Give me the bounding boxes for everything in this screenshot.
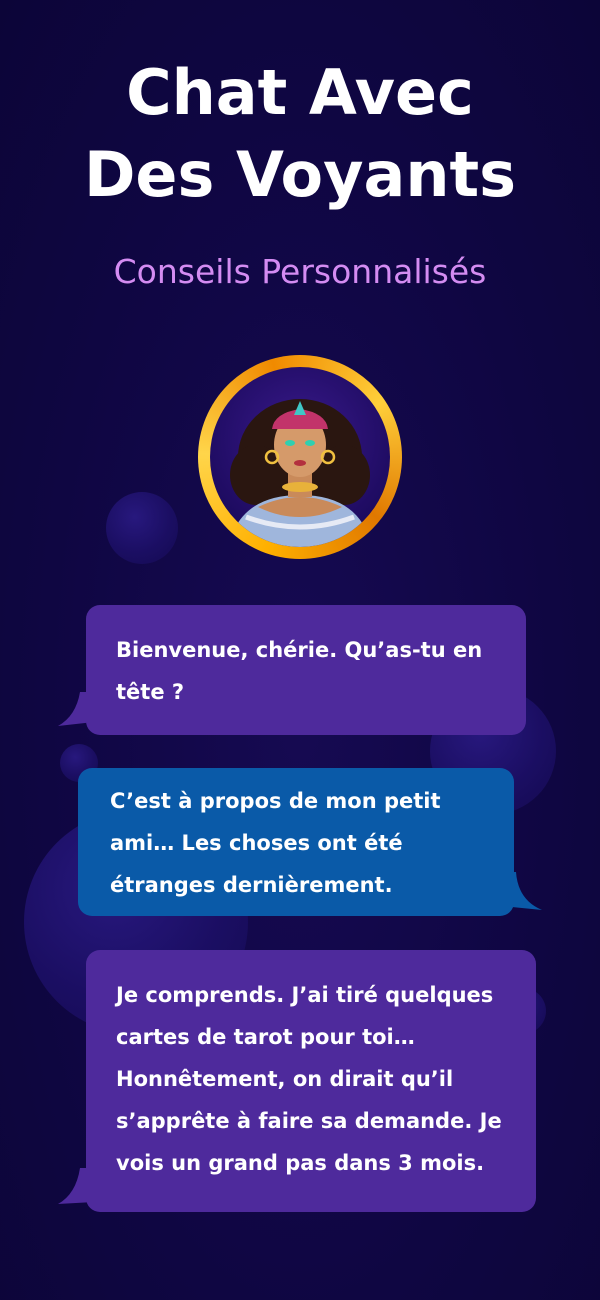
app-screen: Chat Avec Des Voyants Conseils Personnal… [0,0,600,1300]
chat-message-psychic: Bienvenue, chérie. Qu’as-tu en tête ? [86,605,526,735]
message-line: Honnêtement, on dirait qu’il [116,1067,454,1091]
message-line: étranges dernièrement. [110,873,393,897]
message-line: Je comprends. J’ai tiré quelques [116,983,494,1007]
message-line: s’apprête à faire sa demande. Je [116,1109,502,1133]
avatar-frame [210,367,390,547]
psychic-avatar-icon [228,399,372,547]
page-title: Chat Avec Des Voyants [0,52,600,216]
message-line: vois un grand pas dans 3 mois. [116,1151,485,1175]
background-orb [106,492,178,564]
avatar [198,355,402,559]
message-line: ami… Les choses ont été [110,831,403,855]
title-line-1: Chat Avec [126,56,474,129]
page-subtitle: Conseils Personnalisés [113,252,487,291]
message-line: cartes de tarot pour toi… [116,1025,415,1049]
message-line: tête ? [116,680,185,704]
message-line: Bienvenue, chérie. Qu’as-tu en [116,638,483,662]
chat-message-user: C’est à propos de mon petit ami… Les cho… [78,768,514,916]
message-line: C’est à propos de mon petit [110,789,441,813]
chat-message-psychic: Je comprends. J’ai tiré quelques cartes … [86,950,536,1212]
title-line-2: Des Voyants [83,138,517,211]
